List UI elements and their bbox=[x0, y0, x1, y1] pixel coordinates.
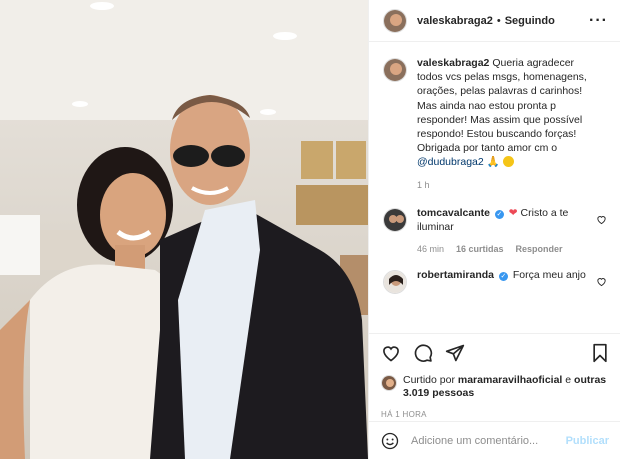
comment-meta: 46 min 16 curtidas Responder bbox=[417, 242, 595, 256]
post-timestamp[interactable]: HÁ 1 HORA bbox=[381, 410, 609, 419]
caption: valeskabraga2 Queria agradecer todos vcs… bbox=[369, 56, 620, 192]
action-icons bbox=[381, 342, 609, 364]
caption-mention[interactable]: @dudubraga2 bbox=[417, 156, 484, 168]
comment-text: Força meu anjo bbox=[512, 269, 586, 282]
more-options-icon[interactable]: ··· bbox=[589, 12, 608, 30]
caption-avatar[interactable] bbox=[383, 58, 407, 82]
verified-badge-icon: ✓ bbox=[498, 272, 508, 282]
post-photo[interactable] bbox=[0, 0, 368, 459]
comment-body: tomcavalcante ✓ ❤ Cristo a te iluminar 4… bbox=[417, 206, 609, 257]
comment-author[interactable]: robertamiranda bbox=[417, 269, 494, 281]
caption-author[interactable]: valeskabraga2 bbox=[417, 57, 489, 69]
commenter-avatar[interactable] bbox=[383, 207, 407, 232]
liked-connector: e bbox=[565, 374, 572, 386]
add-comment-bar: Adicione um comentário... Publicar bbox=[369, 421, 620, 459]
emoji-picker-icon[interactable] bbox=[381, 432, 399, 450]
comment-item: tomcavalcante ✓ ❤ Cristo a te iluminar 4… bbox=[369, 206, 620, 257]
author-username[interactable]: valeskabraga2 bbox=[417, 15, 493, 27]
caption-meta: 1 h bbox=[417, 178, 595, 192]
like-heart-icon[interactable] bbox=[381, 343, 401, 363]
comments-list[interactable]: valeskabraga2 Queria agradecer todos vcs… bbox=[369, 56, 620, 334]
reply-button[interactable]: Responder bbox=[516, 242, 563, 256]
comment-input[interactable]: Adicione um comentário... bbox=[411, 435, 566, 447]
liker-avatar[interactable] bbox=[381, 375, 397, 391]
caption-body: valeskabraga2 Queria agradecer todos vcs… bbox=[417, 56, 609, 192]
separator-dot: • bbox=[496, 14, 501, 27]
comment-time[interactable]: 46 min bbox=[417, 242, 444, 256]
liked-by: Curtido por maramaravilhaoficial e outra… bbox=[381, 374, 609, 400]
comment-item: robertamiranda ✓ Força meu anjo bbox=[369, 268, 620, 295]
liked-prefix: Curtido por bbox=[403, 374, 455, 386]
liked-by-text: Curtido por maramaravilhaoficial e outra… bbox=[403, 374, 609, 400]
smiley-emoji bbox=[502, 156, 514, 168]
red-heart-emoji: ❤ bbox=[508, 206, 518, 219]
author-avatar[interactable] bbox=[383, 8, 407, 33]
liker-username[interactable]: maramaravilhaoficial bbox=[458, 374, 562, 386]
comment-likes[interactable]: 16 curtidas bbox=[456, 242, 504, 256]
commenter-avatar[interactable] bbox=[383, 270, 407, 295]
publish-button[interactable]: Publicar bbox=[566, 435, 609, 447]
caption-time[interactable]: 1 h bbox=[417, 178, 430, 192]
folded-hands-emoji: 🙏 bbox=[486, 156, 500, 169]
bookmark-icon[interactable] bbox=[591, 343, 609, 363]
caption-text: Queria agradecer todos vcs pelas msgs, h… bbox=[417, 57, 587, 155]
comment-icon[interactable] bbox=[413, 343, 433, 363]
comment-author[interactable]: tomcavalcante bbox=[417, 207, 490, 219]
like-comment-heart-icon[interactable] bbox=[596, 214, 607, 225]
share-icon[interactable] bbox=[445, 343, 465, 363]
post-header: valeskabraga2 • Seguindo ··· bbox=[369, 0, 620, 42]
post-actions: Curtido por maramaravilhaoficial e outra… bbox=[369, 333, 620, 419]
like-comment-heart-icon[interactable] bbox=[596, 276, 607, 287]
comment-body: robertamiranda ✓ Força meu anjo bbox=[417, 268, 609, 294]
post-panel: valeskabraga2 • Seguindo ··· valeskabrag… bbox=[368, 0, 620, 459]
follow-status-button[interactable]: Seguindo bbox=[505, 15, 555, 27]
verified-badge-icon: ✓ bbox=[494, 209, 504, 219]
